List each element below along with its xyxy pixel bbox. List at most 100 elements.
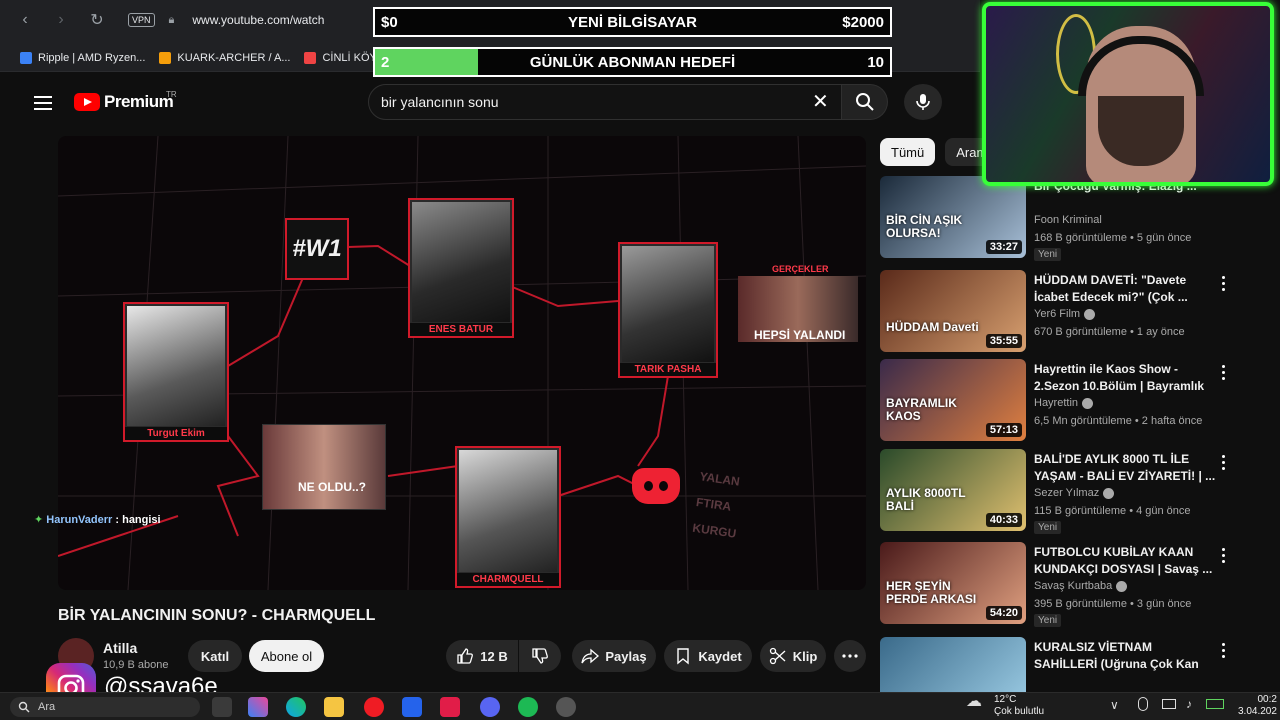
more-vertical-icon[interactable] <box>1222 365 1226 380</box>
back-icon[interactable]: ‹ <box>14 9 36 31</box>
more-vertical-icon[interactable] <box>1222 276 1226 291</box>
recommendation-title[interactable]: Hayrettin ile Kaos Show - 2.Sezon 10.Böl… <box>1034 361 1216 397</box>
task-view-icon[interactable] <box>212 697 232 717</box>
channel-label: Sezer Yılmaz <box>1034 487 1100 499</box>
tray-volume-icon[interactable]: ♪ <box>1186 697 1192 711</box>
recommendation-thumbnail[interactable]: HÜDDAM Daveti 35:55 <box>880 270 1026 352</box>
tray-chevron-icon[interactable]: ∨ <box>1110 698 1119 712</box>
reload-icon[interactable]: ↻ <box>86 9 108 31</box>
thumbnail-text: HÜDDAM Daveti <box>886 320 979 334</box>
discord-taskbar-icon[interactable] <box>480 697 500 717</box>
goal-right: 10 <box>867 53 884 71</box>
recommendation-thumbnail[interactable]: AYLIK 8000TL BALİ 40:33 <box>880 449 1026 531</box>
ne-oldu-label: NE OLDU..? <box>298 480 366 494</box>
card-enes: ENES BATUR <box>408 198 514 338</box>
clock[interactable]: 00:2 3.04.202 <box>1238 694 1277 718</box>
recommendation-channel[interactable]: Yer6 Film <box>1034 308 1096 320</box>
recommendation-thumbnail[interactable]: HER ŞEYİN PERDE ARKASI 54:20 <box>880 542 1026 624</box>
verified-icon <box>1103 487 1115 499</box>
more-horizontal-icon <box>842 654 858 658</box>
save-button[interactable]: Kaydet <box>664 640 752 672</box>
file-explorer-icon[interactable] <box>324 697 344 717</box>
search-button[interactable] <box>842 84 888 120</box>
share-icon <box>581 648 600 664</box>
verified-icon <box>1082 397 1094 409</box>
voice-search-button[interactable] <box>904 84 942 120</box>
youtube-logo[interactable]: Premium <box>74 92 174 112</box>
recommendation-thumbnail[interactable]: BAYRAMLIK KAOS 57:13 <box>880 359 1026 441</box>
recommendation-title[interactable]: BALİ'DE AYLIK 8000 TL İLE YAŞAM - BALİ E… <box>1034 451 1216 485</box>
copilot-icon[interactable] <box>248 697 268 717</box>
bookmark-item[interactable]: Ripple | AMD Ryzen... <box>20 51 145 64</box>
recommendation-title[interactable]: HÜDDAM DAVETİ: "Davete İcabet Edecek mi?… <box>1034 272 1216 306</box>
recommendation-item[interactable]: HÜDDAM Daveti 35:55 HÜDDAM DAVETİ: "Davete… <box>880 270 1240 352</box>
logo-text: Premium <box>104 92 174 111</box>
clip-button[interactable]: Klip <box>760 640 826 672</box>
subscribe-button[interactable]: Abone ol <box>249 640 324 672</box>
recommendation-title[interactable]: FUTBOLCU KUBİLAY KAAN KUNDAKÇI DOSYASI |… <box>1034 544 1216 578</box>
more-actions-button[interactable] <box>834 640 866 672</box>
bookmark-item[interactable]: KUARK-ARCHER / A... <box>159 51 291 64</box>
recommendation-channel[interactable]: Sezer Yılmaz <box>1034 487 1115 499</box>
edge-icon[interactable] <box>286 697 306 717</box>
video-player[interactable]: Turgut Ekim #W1 ENES BATUR TARIK PASHA G… <box>58 136 866 590</box>
ne-oldu-thumbnail <box>262 424 386 510</box>
weather-cloud-icon: ☁ <box>966 693 982 710</box>
turgut-photo <box>127 306 225 426</box>
recommendation-thumbnail[interactable]: BİR CİN AŞIK OLURSA! 33:27 <box>880 176 1026 258</box>
like-button[interactable]: 12 B <box>446 640 518 672</box>
app-icon[interactable] <box>556 697 576 717</box>
tray-network-icon[interactable] <box>1162 699 1176 709</box>
dislike-button[interactable] <box>519 640 561 672</box>
recommendation-item[interactable]: BAYRAMLIK KAOS 57:13 Hayrettin ile Kaos Sh… <box>880 359 1240 441</box>
new-badge: Yeni <box>1034 521 1062 534</box>
goal-title: GÜNLÜK ABONMAN HEDEFİ <box>529 53 736 71</box>
search-input[interactable]: bir yalancının sonu <box>368 84 842 120</box>
thumbnail-text: BAYRAMLIK KAOS <box>886 396 957 423</box>
lock-icon: 🔒︎ <box>168 13 175 26</box>
recommendation-item[interactable]: AYLIK 8000TL BALİ 40:33 BALİ'DE AYLIK 8000… <box>880 449 1240 534</box>
weather-widget[interactable]: ☁ 12°C Çok bulutlu <box>966 694 1044 718</box>
forward-icon[interactable]: › <box>50 9 72 31</box>
opera-icon[interactable] <box>364 697 384 717</box>
thumbs-up-icon <box>457 648 474 664</box>
clip-label: Klip <box>792 648 818 664</box>
w1-logo: #W1 <box>285 218 349 280</box>
spotify-icon[interactable] <box>518 697 538 717</box>
recommendation-channel[interactable]: Foon Kriminal <box>1034 214 1102 226</box>
screen: ‹ › ↻ VPN 🔒︎ www.youtube.com/watch Rippl… <box>0 0 1280 720</box>
recommendation-channel[interactable]: Savaş Kurtbaba <box>1034 580 1128 592</box>
video-duration: 35:55 <box>985 334 1022 348</box>
taskbar-search-label: Ara <box>38 701 56 713</box>
menu-icon[interactable] <box>34 96 52 110</box>
tray-mic-icon[interactable] <box>1138 697 1148 711</box>
share-button[interactable]: Paylaş <box>572 640 656 672</box>
clock-time: 00:2 <box>1257 694 1277 705</box>
more-vertical-icon[interactable] <box>1222 643 1226 658</box>
join-button[interactable]: Katıl <box>188 640 242 672</box>
address-bar[interactable]: www.youtube.com/watch <box>192 13 324 27</box>
clock-date: 3.04.202 <box>1238 706 1277 717</box>
mail-icon[interactable] <box>402 697 422 717</box>
video-duration: 54:20 <box>985 606 1022 620</box>
taskbar: Ara <box>0 692 1280 720</box>
recommendation-title[interactable]: KURALSIZ VİETNAM SAHİLLERİ (Uğruna Çok K… <box>1034 639 1216 675</box>
more-vertical-icon[interactable] <box>1222 455 1226 470</box>
bookmark-label: KUARK-ARCHER / A... <box>177 51 291 64</box>
vpn-badge[interactable]: VPN <box>128 13 155 27</box>
more-vertical-icon[interactable] <box>1222 548 1226 563</box>
chip-all[interactable]: Tümü <box>880 138 936 166</box>
youtube-play-icon <box>74 93 100 111</box>
tray-battery-icon[interactable] <box>1206 699 1224 709</box>
clear-search-icon[interactable]: ✕ <box>812 92 829 112</box>
recommendation-channel[interactable]: Hayrettin <box>1034 397 1094 409</box>
card-label: ENES BATUR <box>410 323 512 336</box>
recommendation-item[interactable]: HER ŞEYİN PERDE ARKASI 54:20 FUTBOLCU KUBİ… <box>880 542 1240 627</box>
weather-temp: 12°C <box>994 694 1017 705</box>
recommendation-item[interactable]: BİR CİN AŞIK OLURSA! 33:27 Bir Çocuğu Varm… <box>880 176 1240 261</box>
recommendation-meta: 395 B görüntüleme • 3 gün önce <box>1034 598 1192 610</box>
yandex-icon[interactable] <box>440 697 460 717</box>
taskbar-search[interactable]: Ara <box>10 697 200 717</box>
recommendation-meta: 670 B görüntüleme • 1 ay önce <box>1034 326 1185 338</box>
channel-name[interactable]: Atilla <box>103 640 137 656</box>
